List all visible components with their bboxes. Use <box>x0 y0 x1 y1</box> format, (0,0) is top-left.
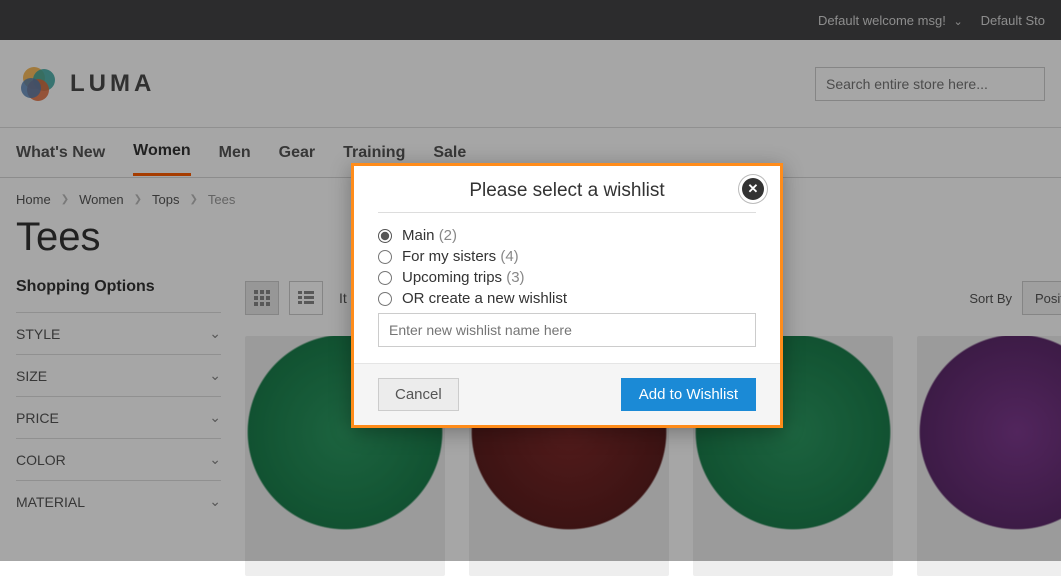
close-button[interactable]: ✕ <box>742 178 764 200</box>
wishlist-option-trips[interactable]: Upcoming trips (3) <box>378 267 756 288</box>
new-wishlist-input[interactable] <box>378 313 756 347</box>
cancel-button[interactable]: Cancel <box>378 378 459 411</box>
add-to-wishlist-button[interactable]: Add to Wishlist <box>621 378 756 411</box>
option-label: Main <box>402 227 435 244</box>
option-label: Upcoming trips <box>402 269 502 286</box>
option-count: (4) <box>500 248 518 265</box>
option-label: For my sisters <box>402 248 496 265</box>
radio-trips[interactable] <box>378 271 392 285</box>
modal-title: Please select a wishlist <box>378 180 756 213</box>
wishlist-option-sisters[interactable]: For my sisters (4) <box>378 246 756 267</box>
option-count: (3) <box>506 269 524 286</box>
radio-main[interactable] <box>378 229 392 243</box>
modal-footer: Cancel Add to Wishlist <box>354 363 780 425</box>
wishlist-modal: ✕ Please select a wishlist Main (2) For … <box>351 163 783 428</box>
wishlist-options: Main (2) For my sisters (4) Upcoming tri… <box>378 213 756 363</box>
option-label: OR create a new wishlist <box>402 290 567 307</box>
wishlist-option-new[interactable]: OR create a new wishlist <box>378 288 756 309</box>
option-count: (2) <box>439 227 457 244</box>
close-icon: ✕ <box>748 181 759 197</box>
radio-sisters[interactable] <box>378 250 392 264</box>
radio-new[interactable] <box>378 292 392 306</box>
wishlist-option-main[interactable]: Main (2) <box>378 225 756 246</box>
